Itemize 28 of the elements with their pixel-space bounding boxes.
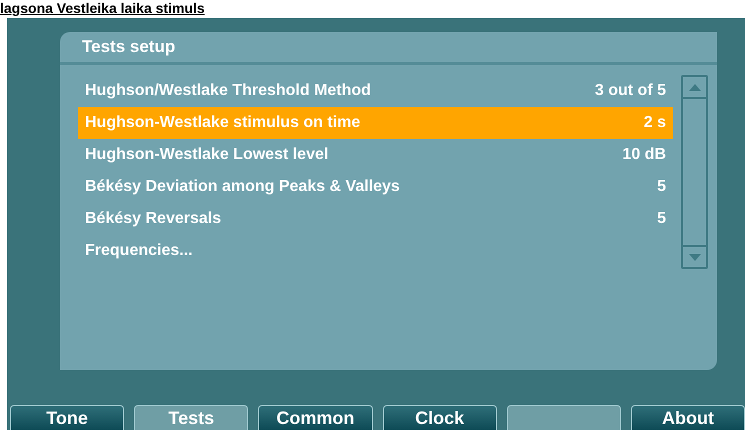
setting-value: 5 [657, 177, 666, 197]
settings-row[interactable]: Frequencies... [78, 235, 673, 267]
tab[interactable]: Tests [134, 405, 248, 430]
tab[interactable]: About [630, 405, 745, 430]
tab[interactable]: Common [258, 405, 373, 430]
tab[interactable]: Clock [382, 405, 497, 430]
setting-label: Békésy Deviation among Peaks & Valleys [85, 177, 400, 197]
settings-row[interactable]: Békésy Reversals 5 [78, 203, 673, 235]
document-caption: lagsona Vestleika laika stimuls [0, 0, 205, 17]
settings-row[interactable]: Hughson/Westlake Threshold Method 3 out of 5 [78, 75, 673, 107]
setting-value: 2 s [644, 113, 666, 133]
setting-label: Békésy Reversals [85, 209, 222, 229]
settings-row[interactable]: Hughson-Westlake Lowest level 10 dB [78, 139, 673, 171]
setting-label: Hughson-Westlake stimulus on time [85, 113, 360, 133]
scrollbar[interactable] [681, 75, 708, 269]
setting-value: 3 out of 5 [594, 81, 666, 101]
setting-label: Hughson-Westlake Lowest level [85, 145, 328, 165]
setting-label: Frequencies... [85, 241, 193, 261]
setting-value: 5 [657, 209, 666, 229]
panel-title: Tests setup [82, 36, 176, 58]
tab[interactable]: Tone [10, 405, 124, 430]
setting-label: Hughson/Westlake Threshold Method [85, 81, 371, 101]
setting-value: 10 dB [622, 145, 666, 165]
triangle-down-icon [688, 254, 700, 260]
settings-row[interactable]: Hughson-Westlake stimulus on time 2 s [78, 107, 673, 139]
settings-row[interactable]: Békésy Deviation among Peaks & Valleys 5 [78, 171, 673, 203]
triangle-up-icon [688, 84, 700, 90]
blank-tab[interactable] [506, 405, 621, 430]
